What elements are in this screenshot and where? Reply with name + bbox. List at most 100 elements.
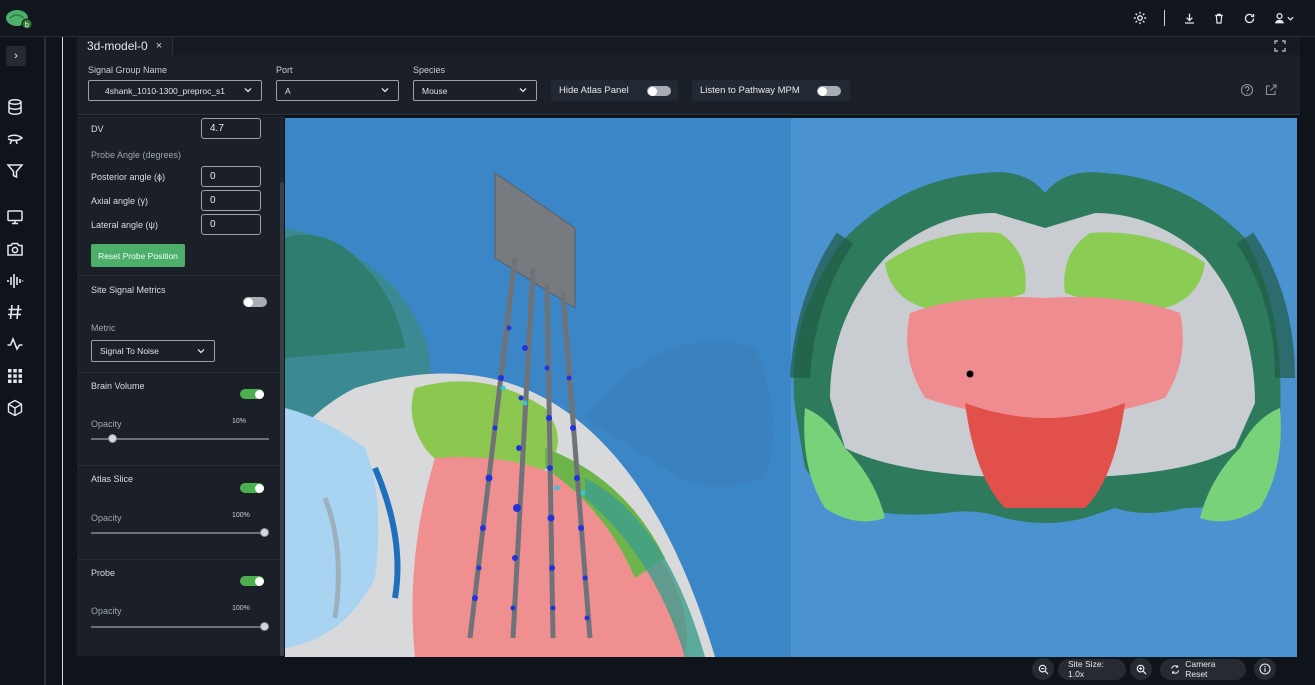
brain-icon[interactable] bbox=[6, 130, 24, 148]
cube-icon[interactable] bbox=[6, 399, 24, 417]
hash-icon[interactable] bbox=[6, 303, 24, 321]
atlas-slice bbox=[790, 172, 1295, 523]
probe-position-marker bbox=[966, 370, 974, 378]
site-signal-metrics-label: Site Signal Metrics bbox=[91, 285, 166, 295]
atlas-slice-opacity-label: Opacity bbox=[91, 513, 122, 523]
port-select[interactable]: A bbox=[276, 80, 399, 101]
signal-group-label: Signal Group Name bbox=[88, 65, 168, 75]
waveform-icon[interactable] bbox=[6, 272, 24, 290]
hide-atlas-panel-control: Hide Atlas Panel bbox=[551, 80, 678, 101]
activity-icon[interactable] bbox=[6, 335, 24, 353]
workspace-divider bbox=[62, 37, 63, 685]
metric-value: Signal To Noise bbox=[100, 346, 159, 356]
camera-reset-label: Camera Reset bbox=[1185, 659, 1216, 679]
probe-angle-heading: Probe Angle (degrees) bbox=[91, 150, 182, 160]
zoom-out-icon bbox=[1038, 664, 1049, 675]
tab-3d-model[interactable]: 3d-model-0 × bbox=[77, 37, 174, 55]
brain-render bbox=[285, 118, 1297, 657]
brain-volume-opacity-slider[interactable] bbox=[91, 434, 269, 443]
chevron-down-icon bbox=[244, 88, 252, 93]
atlas-slice-opacity-value: 100% bbox=[232, 512, 250, 519]
probe-opacity-slider[interactable] bbox=[91, 622, 269, 631]
settings-icon[interactable] bbox=[1130, 8, 1150, 28]
external-link-icon[interactable] bbox=[1264, 83, 1278, 97]
svg-text:b: b bbox=[25, 22, 29, 29]
atlas-slice-opacity-slider[interactable] bbox=[91, 528, 269, 537]
probe-toggle[interactable] bbox=[240, 576, 264, 586]
zoom-in-icon bbox=[1136, 664, 1147, 675]
zoom-out-button[interactable] bbox=[1032, 658, 1054, 680]
tab-bar: 3d-model-0 × bbox=[77, 37, 1300, 55]
site-signal-metrics-toggle[interactable] bbox=[243, 297, 267, 307]
hide-atlas-label: Hide Atlas Panel bbox=[559, 85, 629, 96]
user-icon bbox=[1275, 12, 1284, 23]
slider-thumb[interactable] bbox=[260, 528, 269, 537]
rail-divider bbox=[44, 37, 46, 685]
lateral-angle-input[interactable]: 0 bbox=[201, 214, 261, 235]
monitor-icon[interactable] bbox=[6, 208, 24, 226]
info-button[interactable] bbox=[1254, 658, 1276, 680]
info-icon bbox=[1259, 663, 1271, 675]
chevron-down-icon bbox=[381, 88, 389, 93]
controls-strip: Signal Group Name 4shank_1010-1300_prepr… bbox=[77, 55, 1300, 115]
lateral-angle-label: Lateral angle (ψ) bbox=[91, 220, 158, 230]
axial-angle-label: Axial angle (γ) bbox=[91, 196, 149, 206]
species-select[interactable]: Mouse bbox=[413, 80, 537, 101]
listen-pathway-toggle[interactable] bbox=[817, 86, 841, 96]
help-icon[interactable] bbox=[1240, 83, 1254, 97]
grid-icon[interactable] bbox=[6, 367, 24, 385]
fullscreen-icon[interactable] bbox=[1274, 40, 1286, 52]
species-value: Mouse bbox=[422, 85, 448, 96]
top-actions bbox=[1130, 8, 1299, 28]
atlas-slice-toggle[interactable] bbox=[240, 483, 264, 493]
probe-settings-panel: DV 4.7 Probe Angle (degrees) Posterior a… bbox=[77, 116, 280, 656]
metric-select[interactable]: Signal To Noise bbox=[91, 340, 215, 362]
section-divider bbox=[77, 275, 280, 276]
signal-group-value: 4shank_1010-1300_preproc_s1 bbox=[105, 85, 226, 96]
app-root: b › 3d-model-0 × Signal Group Name 4shan… bbox=[0, 0, 1315, 685]
signal-group-select[interactable]: 4shank_1010-1300_preproc_s1 bbox=[88, 80, 262, 101]
brain-volume-label: Brain Volume bbox=[91, 381, 145, 391]
close-icon[interactable]: × bbox=[156, 40, 162, 52]
chevron-down-icon bbox=[197, 349, 205, 354]
reset-probe-position-button[interactable]: Reset Probe Position bbox=[91, 244, 185, 267]
zoom-in-button[interactable] bbox=[1130, 658, 1152, 680]
chevron-down-icon bbox=[519, 88, 527, 93]
refresh-icon[interactable] bbox=[1239, 8, 1259, 28]
3d-viewport[interactable] bbox=[285, 118, 1297, 657]
tab-label: 3d-model-0 bbox=[87, 39, 148, 53]
camera-rotate-icon bbox=[1171, 664, 1180, 674]
brain-volume-opacity-label: Opacity bbox=[91, 419, 122, 429]
slider-thumb[interactable] bbox=[260, 622, 269, 631]
posterior-angle-input[interactable]: 0 bbox=[201, 166, 261, 187]
camera-icon[interactable] bbox=[6, 240, 24, 258]
top-bar: b bbox=[0, 0, 1315, 37]
user-menu-button[interactable] bbox=[1269, 8, 1299, 28]
dv-input[interactable]: 4.7 bbox=[201, 118, 261, 139]
toolbar-divider bbox=[1164, 10, 1165, 26]
viewport-toolbar: Site Size: 1.0x Camera Reset bbox=[1032, 658, 1276, 680]
section-divider bbox=[77, 465, 280, 466]
slider-thumb[interactable] bbox=[107, 434, 117, 443]
port-label: Port bbox=[276, 65, 293, 75]
listen-pathway-label: Listen to Pathway MPM bbox=[700, 85, 800, 96]
brain-volume-toggle[interactable] bbox=[240, 389, 264, 399]
chevron-down-icon bbox=[1287, 16, 1294, 21]
trash-icon[interactable] bbox=[1209, 8, 1229, 28]
filter-icon[interactable] bbox=[6, 162, 24, 180]
port-value: A bbox=[285, 85, 291, 96]
site-size-readout: Site Size: 1.0x bbox=[1058, 658, 1126, 680]
probe-label: Probe bbox=[91, 568, 116, 578]
thalamus bbox=[907, 297, 1183, 418]
rail-expand-button[interactable]: › bbox=[6, 46, 26, 66]
metric-label: Metric bbox=[91, 323, 116, 333]
database-icon[interactable] bbox=[6, 98, 24, 116]
camera-reset-button[interactable]: Camera Reset bbox=[1160, 658, 1246, 680]
app-logo-icon: b bbox=[6, 10, 33, 30]
atlas-slice-label: Atlas Slice bbox=[91, 474, 134, 484]
hide-atlas-toggle[interactable] bbox=[647, 86, 671, 96]
download-icon[interactable] bbox=[1179, 8, 1199, 28]
axial-angle-input[interactable]: 0 bbox=[201, 190, 261, 211]
species-label: Species bbox=[413, 65, 446, 75]
panel-scrollbar-thumb[interactable] bbox=[280, 182, 284, 656]
